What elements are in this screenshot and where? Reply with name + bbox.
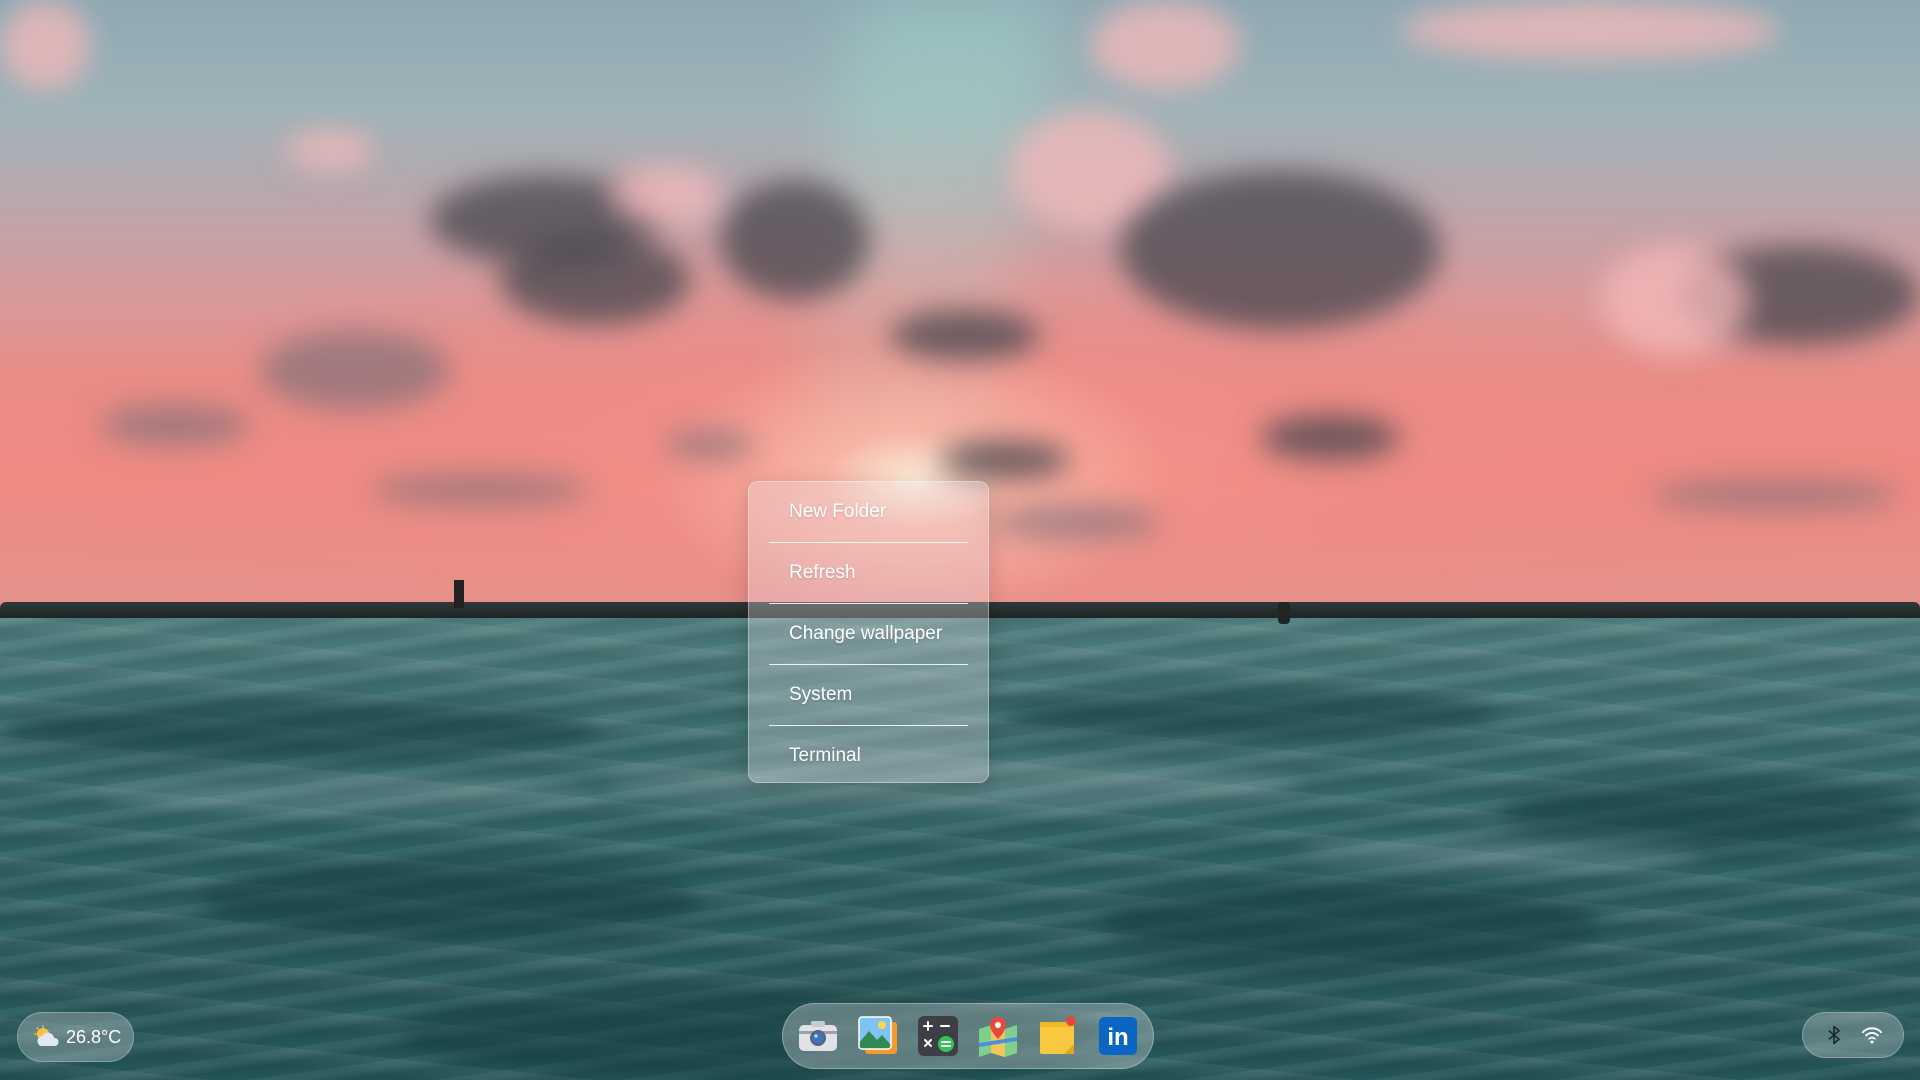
wallpaper-cloud xyxy=(500,235,690,325)
menu-item-terminal[interactable]: Terminal xyxy=(749,726,988,782)
wallpaper-cloud xyxy=(1600,245,1750,355)
wallpaper-cloud xyxy=(610,165,720,225)
desktop-context-menu: New Folder Refresh Change wallpaper Syst… xyxy=(748,481,989,783)
weather-widget[interactable]: 26.8°C xyxy=(17,1012,134,1062)
camera-icon xyxy=(799,1021,837,1051)
wallpaper-wave xyxy=(0,700,600,760)
wallpaper-cloud xyxy=(370,475,590,505)
wallpaper-cloud xyxy=(720,180,870,300)
menu-item-label: Refresh xyxy=(789,562,856,583)
wallpaper-cloud xyxy=(990,505,1160,540)
weather-temperature: 26.8°C xyxy=(66,1026,122,1047)
sticky-notes-icon xyxy=(1040,1016,1076,1054)
wallpaper-tower xyxy=(454,580,464,608)
bluetooth-icon[interactable] xyxy=(1821,1022,1847,1048)
wallpaper-cloud xyxy=(890,310,1040,360)
desktop[interactable]: New Folder Refresh Change wallpaper Syst… xyxy=(0,0,1920,1080)
menu-item-system[interactable]: System xyxy=(749,665,988,725)
linkedin-icon: in xyxy=(1099,1017,1137,1055)
wallpaper-post xyxy=(1278,602,1290,624)
linkedin-label: in xyxy=(1107,1024,1128,1051)
menu-item-change-wallpaper[interactable]: Change wallpaper xyxy=(749,604,988,664)
system-tray xyxy=(1802,1012,1904,1058)
menu-item-label: Change wallpaper xyxy=(789,623,943,644)
wallpaper-cloud xyxy=(100,405,250,445)
wallpaper-wave xyxy=(100,780,600,810)
wallpaper-cloud xyxy=(1120,170,1440,330)
partly-cloudy-icon xyxy=(32,1025,62,1049)
photos-icon xyxy=(858,1016,897,1054)
menu-item-refresh[interactable]: Refresh xyxy=(749,543,988,603)
wallpaper-cloud xyxy=(1650,480,1900,510)
wallpaper-cloud xyxy=(665,430,755,460)
wallpaper-cloud xyxy=(0,0,90,90)
calculator-icon xyxy=(918,1016,958,1056)
wallpaper-cloud xyxy=(285,130,375,170)
wallpaper-cloud xyxy=(1260,415,1400,460)
wallpaper-cloud xyxy=(1090,0,1240,90)
menu-item-label: System xyxy=(789,684,853,705)
camera-app[interactable] xyxy=(795,1013,841,1059)
menu-item-label: New Folder xyxy=(789,501,887,522)
maps-icon xyxy=(979,1017,1017,1057)
wallpaper-wave xyxy=(1100,880,1600,970)
linkedin-app[interactable]: in xyxy=(1095,1013,1141,1059)
wallpaper-wave xyxy=(200,860,700,940)
wallpaper-cloud xyxy=(260,330,450,410)
menu-item-new-folder[interactable]: New Folder xyxy=(749,482,988,542)
wallpaper-cloud xyxy=(1400,0,1780,60)
calculator-app[interactable] xyxy=(915,1013,961,1059)
wallpaper-wave xyxy=(1300,840,1700,870)
menu-item-label: Terminal xyxy=(789,745,861,766)
dock: in xyxy=(782,1003,1154,1069)
wifi-icon[interactable] xyxy=(1859,1022,1885,1048)
photos-app[interactable] xyxy=(855,1013,901,1059)
notes-app[interactable] xyxy=(1035,1013,1081,1059)
wallpaper-wave xyxy=(1000,690,1500,740)
wallpaper-cloud xyxy=(940,440,1070,480)
maps-app[interactable] xyxy=(975,1013,1021,1059)
wallpaper-wave xyxy=(1500,780,1920,850)
